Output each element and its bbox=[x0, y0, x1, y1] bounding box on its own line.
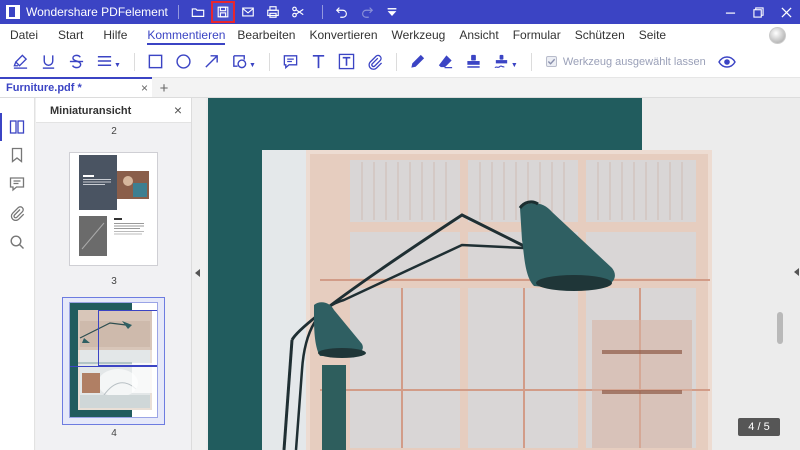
scissors-icon[interactable] bbox=[287, 2, 309, 22]
toolbar-divider bbox=[268, 52, 270, 71]
save-icon[interactable] bbox=[210, 1, 235, 23]
strikethrough-icon[interactable] bbox=[68, 49, 85, 75]
page-thumbnail-selected[interactable] bbox=[69, 302, 158, 418]
title-bar: Wondershare PDFelement bbox=[0, 0, 800, 24]
page-number-label: 3 bbox=[111, 276, 117, 287]
menu-seite[interactable]: Seite bbox=[639, 24, 666, 46]
toolbar-divider bbox=[395, 52, 397, 71]
title-separator bbox=[321, 5, 323, 19]
menu-schuetzen[interactable]: Schützen bbox=[575, 24, 625, 46]
app-title: Wondershare PDFelement bbox=[26, 5, 168, 19]
stamp-icon[interactable] bbox=[465, 49, 482, 75]
undo-icon[interactable] bbox=[331, 2, 353, 22]
scrollbar-thumb[interactable] bbox=[777, 312, 783, 344]
window-controls bbox=[716, 0, 800, 24]
menu-kommentieren[interactable]: Kommentieren bbox=[147, 24, 226, 46]
tab-close-icon[interactable]: × bbox=[141, 82, 148, 94]
page-number-label: 4 bbox=[111, 428, 117, 439]
panel-close-icon[interactable]: × bbox=[174, 103, 182, 117]
signature-icon[interactable]: ▼ bbox=[493, 49, 518, 75]
menu-datei[interactable]: Datei bbox=[10, 24, 38, 46]
attachment-icon[interactable] bbox=[366, 49, 383, 75]
thumbnail-panel: Miniaturansicht × 2 3 4 bbox=[36, 98, 192, 450]
toolbar-divider bbox=[133, 52, 135, 71]
page-number-label: 2 bbox=[111, 126, 117, 137]
redo-icon[interactable] bbox=[356, 2, 378, 22]
thumbnail-panel-title: Miniaturansicht bbox=[50, 105, 132, 117]
typewriter-icon[interactable] bbox=[310, 49, 327, 75]
attachments-icon[interactable] bbox=[6, 202, 28, 224]
customize-icon[interactable] bbox=[381, 2, 403, 22]
document-view[interactable]: 4 / 5 bbox=[206, 98, 800, 450]
bookmark-icon[interactable] bbox=[6, 144, 28, 166]
app-logo-icon bbox=[6, 5, 20, 19]
lamp-photo bbox=[262, 150, 712, 450]
thumbnail-list[interactable]: 2 3 4 bbox=[36, 122, 191, 450]
underline-icon[interactable] bbox=[40, 49, 57, 75]
right-panel-toggle-icon[interactable] bbox=[794, 268, 799, 276]
text-alignment-icon[interactable]: ▼ bbox=[96, 49, 121, 75]
panel-splitter[interactable] bbox=[192, 98, 206, 450]
lamp-illustration bbox=[262, 150, 712, 450]
keep-tool-selected-option[interactable]: Werkzeug ausgewählt lassen bbox=[545, 55, 706, 68]
highlight-icon[interactable] bbox=[12, 49, 29, 75]
page-3-preview bbox=[70, 153, 157, 265]
rectangle-icon[interactable] bbox=[147, 49, 164, 75]
thumbnails-icon[interactable] bbox=[0, 113, 28, 141]
page-thumbnail[interactable] bbox=[69, 152, 158, 266]
toolbar-divider bbox=[530, 52, 532, 71]
dropdown-caret-icon[interactable]: ▼ bbox=[511, 62, 518, 69]
menu-hilfe[interactable]: Hilfe bbox=[103, 24, 127, 46]
page-indicator: 4 / 5 bbox=[738, 418, 780, 436]
menu-konvertieren[interactable]: Konvertieren bbox=[309, 24, 377, 46]
document-tab-label: Furniture.pdf * bbox=[6, 82, 82, 94]
menu-bar: Datei Start Hilfe Kommentieren Bearbeite… bbox=[0, 24, 800, 46]
shape-icon[interactable]: ▼ bbox=[231, 49, 256, 75]
search-icon[interactable] bbox=[6, 231, 28, 253]
close-icon[interactable] bbox=[772, 0, 800, 24]
print-icon[interactable] bbox=[262, 2, 284, 22]
viewport-divider bbox=[70, 366, 157, 367]
ellipse-icon[interactable] bbox=[175, 49, 192, 75]
folder-open-icon[interactable] bbox=[187, 2, 209, 22]
vertical-scrollbar[interactable] bbox=[773, 98, 787, 450]
menu-formular[interactable]: Formular bbox=[513, 24, 561, 46]
avatar[interactable] bbox=[769, 27, 786, 44]
menu-werkzeug[interactable]: Werkzeug bbox=[392, 24, 446, 46]
menu-ansicht[interactable]: Ansicht bbox=[459, 24, 498, 46]
menu-bearbeiten[interactable]: Bearbeiten bbox=[237, 24, 295, 46]
arrow-icon[interactable] bbox=[203, 49, 220, 75]
minimize-icon[interactable] bbox=[716, 0, 744, 24]
keep-tool-label: Werkzeug ausgewählt lassen bbox=[562, 55, 706, 68]
menu-start[interactable]: Start bbox=[58, 24, 83, 46]
document-tab[interactable]: Furniture.pdf * × bbox=[0, 77, 152, 97]
title-separator bbox=[177, 5, 179, 19]
dropdown-caret-icon[interactable]: ▼ bbox=[114, 62, 121, 69]
email-icon[interactable] bbox=[237, 2, 259, 22]
comment-toolbar: ▼ ▼ ▼ Werkzeug ausgewählt lassen bbox=[0, 46, 800, 78]
sidebar-rail bbox=[0, 98, 35, 450]
pencil-icon[interactable] bbox=[409, 49, 426, 75]
textbox-icon[interactable] bbox=[338, 49, 355, 75]
eraser-icon[interactable] bbox=[437, 49, 454, 75]
collapse-arrow-icon[interactable] bbox=[195, 269, 200, 277]
eye-icon[interactable] bbox=[717, 53, 736, 71]
dropdown-caret-icon[interactable]: ▼ bbox=[249, 62, 256, 69]
document-tab-bar: Furniture.pdf * × + bbox=[0, 77, 800, 98]
add-tab-icon[interactable]: + bbox=[155, 79, 173, 97]
restore-icon[interactable] bbox=[744, 0, 772, 24]
viewport-indicator[interactable] bbox=[98, 310, 157, 366]
note-icon[interactable] bbox=[282, 49, 299, 75]
keep-tool-checkbox[interactable] bbox=[545, 56, 557, 67]
comments-icon[interactable] bbox=[6, 173, 28, 195]
